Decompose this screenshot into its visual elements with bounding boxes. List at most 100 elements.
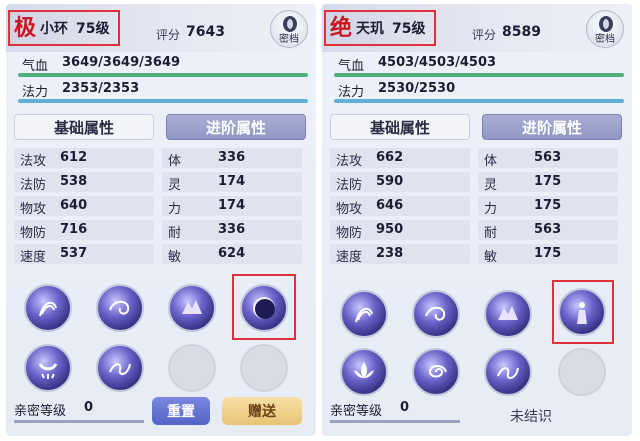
attr-value: 174 (218, 198, 246, 213)
companion-name: 天玑 (356, 21, 385, 37)
highlight-frame (552, 280, 614, 344)
skill-slot[interactable] (412, 290, 460, 338)
attr-row: 耐 563 (478, 220, 618, 241)
hp-bar (334, 73, 624, 77)
hp-value: 4503/4503/4503 (378, 55, 497, 70)
attr-key: 敏 (484, 250, 498, 265)
attr-row: 体 336 (162, 148, 302, 169)
attr-key: 物攻 (336, 202, 363, 217)
attr-value: 537 (60, 246, 88, 261)
attr-row: 耐 336 (162, 220, 302, 241)
wave-dragon-icon (497, 367, 519, 379)
skill-slot[interactable] (96, 284, 144, 332)
attr-key: 速度 (20, 250, 47, 265)
skill-slot[interactable] (24, 344, 72, 392)
companion-level: 75级 (392, 21, 426, 37)
skill-slot[interactable] (96, 344, 144, 392)
attr-key: 力 (168, 202, 182, 217)
skill-slot[interactable] (484, 348, 532, 396)
attr-value: 950 (376, 222, 404, 237)
attr-value: 175 (534, 198, 562, 213)
attr-row: 法防 590 (330, 172, 470, 193)
companion-header: 绝 天玑 75级 评分 8589 密档 (322, 4, 632, 52)
attr-row: 物防 716 (14, 220, 154, 241)
attr-key: 耐 (484, 226, 498, 241)
hp-label: 气血 (338, 59, 365, 74)
attr-value: 336 (218, 150, 246, 165)
attr-key: 灵 (168, 178, 182, 193)
secret-file-button[interactable]: 密档 (586, 10, 624, 48)
left-companion-panel: 极 小环 75级 评分 7643 密档 气血 3649/3649/3649 法力… (6, 4, 316, 436)
attr-key: 灵 (484, 178, 498, 193)
skill-slot[interactable] (484, 290, 532, 338)
reset-button[interactable]: 重置 (152, 397, 210, 425)
mp-row: 法力 2530/2530 (334, 80, 624, 103)
attr-value: 646 (376, 198, 404, 213)
gift-button[interactable]: 赠送 (222, 397, 302, 425)
intimacy-label: 亲密等级 (330, 404, 383, 419)
name-box: 绝 天玑 75级 (324, 10, 436, 46)
attr-row: 力 174 (162, 196, 302, 217)
attr-key: 物防 (20, 226, 47, 241)
hp-row: 气血 4503/4503/4503 (334, 54, 624, 77)
attr-row: 物攻 640 (14, 196, 154, 217)
class-glyph: 极 (14, 15, 37, 41)
intimacy-bar (330, 420, 460, 423)
attr-key: 物攻 (20, 202, 47, 217)
crescent-arc-icon (38, 363, 58, 379)
tab-advanced-attributes[interactable]: 进阶属性 (482, 114, 622, 140)
spiral-wind-icon (425, 306, 446, 321)
attr-value: 336 (218, 222, 246, 237)
companion-name: 小环 (40, 21, 69, 37)
swirl-icon (428, 365, 447, 378)
secret-file-label: 密档 (595, 34, 615, 45)
class-glyph: 绝 (330, 15, 353, 41)
score-label: 评分 (472, 28, 497, 42)
tab-base-attributes[interactable]: 基础属性 (330, 114, 470, 140)
empty-skill-slot[interactable] (558, 348, 606, 396)
skill-slot[interactable] (340, 348, 388, 396)
beast-icon (182, 300, 202, 314)
attr-key: 物防 (336, 226, 363, 241)
attr-row: 体 563 (478, 148, 618, 169)
attr-key: 法攻 (336, 154, 363, 169)
attr-key: 耐 (168, 226, 182, 241)
attr-value: 716 (60, 222, 88, 237)
attr-key: 敏 (168, 250, 182, 265)
intimacy-label: 亲密等级 (14, 404, 67, 419)
attr-row: 速度 537 (14, 244, 154, 265)
attr-value: 590 (376, 174, 404, 189)
attr-value: 662 (376, 150, 404, 165)
attr-value: 238 (376, 246, 404, 261)
empty-skill-slot[interactable] (240, 344, 288, 392)
attr-key: 速度 (336, 250, 363, 265)
attr-value: 624 (218, 246, 246, 261)
attr-value: 538 (60, 174, 88, 189)
mp-label: 法力 (22, 85, 49, 100)
tab-base-attributes[interactable]: 基础属性 (14, 114, 154, 140)
empty-skill-slot[interactable] (168, 344, 216, 392)
lotus-icon (354, 362, 374, 378)
attr-key: 法防 (336, 178, 363, 193)
attr-row: 物攻 646 (330, 196, 470, 217)
skill-slot[interactable] (340, 290, 388, 338)
unbound-status: 未结识 (510, 409, 552, 425)
secret-file-label: 密档 (279, 34, 299, 45)
tab-advanced-attributes[interactable]: 进阶属性 (166, 114, 306, 140)
name-box: 极 小环 75级 (8, 10, 120, 46)
wave-dragon-icon (109, 363, 131, 375)
mp-row: 法力 2353/2353 (18, 80, 308, 103)
skill-slot[interactable] (168, 284, 216, 332)
skill-slot[interactable] (412, 348, 460, 396)
hp-value: 3649/3649/3649 (62, 55, 181, 70)
attr-row: 灵 174 (162, 172, 302, 193)
secret-file-button[interactable]: 密档 (270, 10, 308, 48)
attr-value: 612 (60, 150, 88, 165)
attr-value: 175 (534, 174, 562, 189)
attr-row: 敏 175 (478, 244, 618, 265)
attr-row: 灵 175 (478, 172, 618, 193)
spiral-wind-icon (109, 300, 130, 315)
score-label: 评分 (156, 28, 181, 42)
attr-key: 体 (168, 154, 182, 169)
skill-slot[interactable] (24, 284, 72, 332)
